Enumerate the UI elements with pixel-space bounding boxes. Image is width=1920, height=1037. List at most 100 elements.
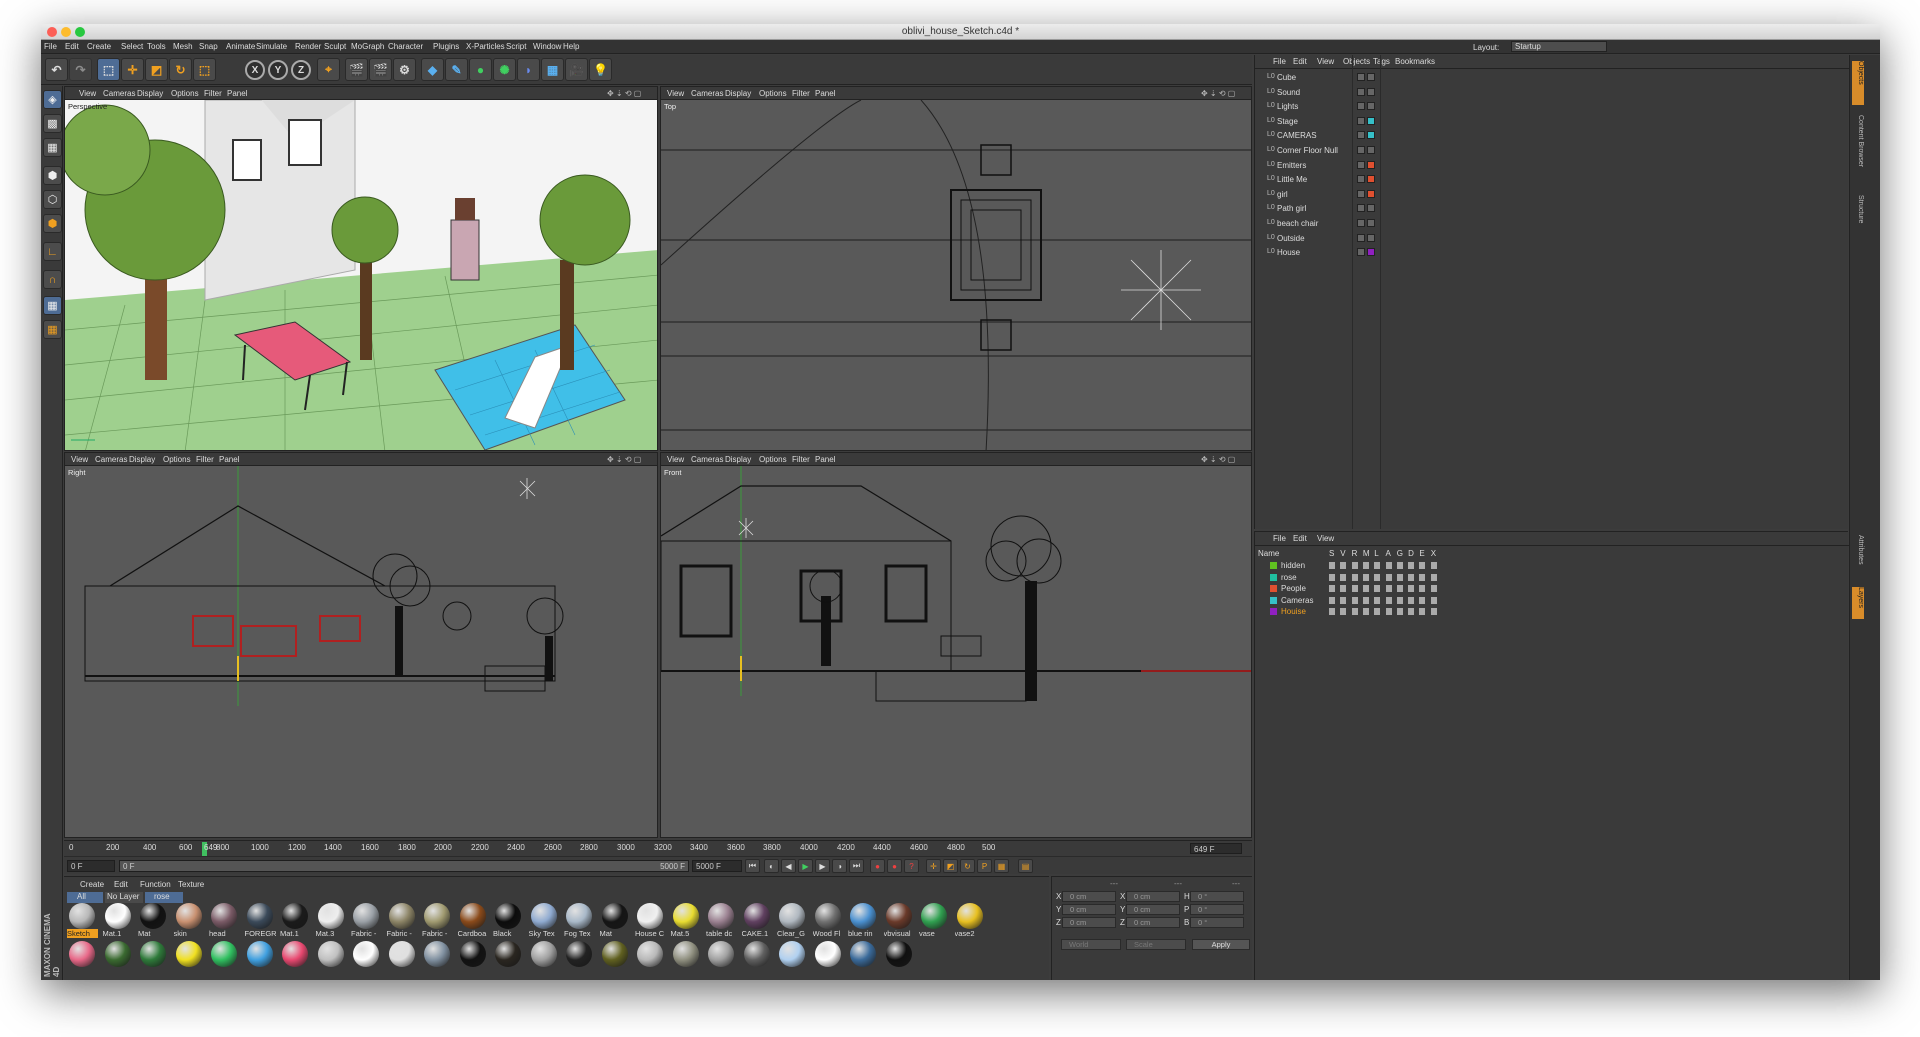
layout-select[interactable]: Startup (1511, 41, 1607, 52)
vp-menu-options[interactable]: Options (171, 89, 199, 98)
material-swatch[interactable]: Fabric - (351, 903, 382, 938)
vp-menu-cameras[interactable]: Cameras (103, 89, 135, 98)
layer-toggle[interactable] (1430, 573, 1437, 581)
coord-field[interactable]: 0 ° (1190, 891, 1244, 902)
layer-toggle[interactable] (1351, 585, 1358, 592)
menu-animate[interactable]: Animate (226, 42, 255, 51)
mat-menu-texture[interactable]: Texture (178, 880, 204, 889)
layer-toggle[interactable] (1351, 608, 1358, 615)
object-row[interactable]: L0 girl (1255, 188, 1849, 201)
material-swatch[interactable]: Fabric - (422, 903, 453, 938)
material-swatch[interactable]: blue rin (848, 903, 879, 938)
menu-file[interactable]: File (44, 42, 57, 51)
vp-menu-display[interactable]: Display (725, 89, 751, 98)
material-swatch[interactable]: Clear_G (777, 903, 808, 938)
menu-tools[interactable]: Tools (147, 42, 166, 51)
current-frame-field[interactable]: 649 F (1190, 843, 1242, 854)
material-swatch[interactable] (564, 941, 595, 975)
layer-toggle[interactable] (1351, 562, 1358, 569)
vp-menu-display[interactable]: Display (725, 455, 751, 464)
scheme-icon[interactable]: ▤ (1018, 859, 1033, 873)
vp-menu-panel[interactable]: Panel (815, 89, 835, 98)
material-swatch[interactable] (316, 941, 347, 975)
obj-menu-tags[interactable]: Tags (1373, 57, 1390, 66)
subdivision-icon[interactable]: ● (469, 58, 492, 81)
menu-script[interactable]: Script (506, 42, 526, 51)
menu-window[interactable]: Window (533, 42, 561, 51)
obj-menu-edit[interactable]: Edit (1293, 57, 1307, 66)
layer-color-chip[interactable] (1367, 175, 1375, 184)
menu-x-particles[interactable]: X-Particles (466, 42, 505, 51)
material-swatch[interactable]: skin (174, 903, 205, 938)
keyframe-selection-icon[interactable]: ? (904, 859, 919, 873)
coord-field[interactable]: 0 ° (1190, 917, 1244, 928)
texture-mode-icon[interactable]: ▩ (43, 114, 62, 133)
layer-color-chip[interactable] (1367, 189, 1375, 198)
tab-attributes[interactable]: Attributes (1852, 535, 1864, 581)
menu-mesh[interactable]: Mesh (173, 42, 193, 51)
visibility-toggle[interactable] (1357, 73, 1365, 81)
coord-field[interactable]: 0 cm (1126, 904, 1180, 915)
layer-color-chip[interactable] (1367, 102, 1375, 111)
object-row[interactable]: L0 CAMERAS (1255, 129, 1849, 142)
layer-toggle[interactable] (1396, 608, 1403, 615)
key-scale-icon[interactable]: ◩ (943, 859, 958, 873)
prev-key-icon[interactable]: ◐ (764, 859, 779, 873)
menu-create[interactable]: Create (87, 42, 111, 51)
layer-toggle[interactable] (1430, 562, 1437, 569)
camera-icon[interactable]: 🎥 (565, 58, 588, 81)
menu-snap[interactable]: Snap (199, 42, 218, 51)
mat-menu-create[interactable]: Create (80, 880, 104, 889)
viewport-front[interactable]: View Cameras Display Options Filter Pane… (660, 452, 1252, 838)
tab-objects[interactable]: Objects (1852, 61, 1864, 105)
material-swatch[interactable] (174, 941, 205, 975)
mat-menu-function[interactable]: Function (140, 880, 171, 889)
edges-mode-icon[interactable]: ⬡ (43, 190, 62, 209)
layer-color-chip[interactable] (1367, 116, 1375, 125)
material-swatch[interactable] (493, 941, 524, 975)
layer-toggle[interactable] (1351, 573, 1358, 581)
obj-menu-objects[interactable]: Objects (1343, 57, 1370, 66)
menu-render[interactable]: Render (295, 42, 321, 51)
layer-toggle[interactable] (1374, 562, 1381, 569)
material-swatch[interactable] (848, 941, 879, 975)
material-swatch[interactable]: Wood Fl (813, 903, 844, 938)
undo-button[interactable]: ↶ (45, 58, 68, 81)
viewport-nav-icons[interactable]: ✥ ⇣ ⟲ ▢ (1201, 89, 1235, 98)
material-swatch[interactable]: Sketch (67, 903, 98, 938)
layer-toggle[interactable] (1362, 562, 1369, 569)
layer-color-chip[interactable] (1367, 131, 1375, 140)
layer-toggle[interactable] (1419, 585, 1426, 592)
viewport-right[interactable]: View Cameras Display Options Filter Pane… (64, 452, 658, 838)
prev-frame-icon[interactable]: ◀ (781, 859, 796, 873)
coord-field[interactable]: 0 ° (1190, 904, 1244, 915)
workplane-lock-icon[interactable]: ▦ (43, 296, 62, 315)
viewport-nav-icons[interactable]: ✥ ⇣ ⟲ ▢ (607, 455, 641, 464)
end-frame-field[interactable]: 5000 F (692, 860, 742, 872)
layer-toggle[interactable] (1385, 596, 1392, 604)
object-row[interactable]: L0 Stage (1255, 115, 1849, 128)
object-row[interactable]: L0 Cube (1255, 71, 1849, 84)
object-row[interactable]: L0 Sound (1255, 86, 1849, 99)
menu-plugins[interactable]: Plugins (433, 42, 459, 51)
material-swatch[interactable]: Mat (138, 903, 169, 938)
key-position-icon[interactable]: ✛ (926, 859, 941, 873)
layer-toggle[interactable] (1396, 562, 1403, 569)
vp-menu-display[interactable]: Display (129, 455, 155, 464)
object-row[interactable]: L0 Lights (1255, 100, 1849, 113)
layer-color-chip[interactable] (1367, 160, 1375, 169)
object-row[interactable]: L0 House (1255, 246, 1849, 259)
layer-color-chip[interactable] (1367, 204, 1375, 213)
vp-menu-filter[interactable]: Filter (204, 89, 222, 98)
viewport-nav-icons[interactable]: ✥ ⇣ ⟲ ▢ (1201, 455, 1235, 464)
render-settings-icon[interactable]: ⚙ (393, 58, 416, 81)
zoom-window-button[interactable] (75, 27, 85, 37)
material-swatch[interactable]: CAKE.1 (742, 903, 773, 938)
vp-menu-cameras[interactable]: Cameras (691, 455, 723, 464)
layer-toggle[interactable] (1329, 608, 1335, 615)
layer-toggle[interactable] (1340, 596, 1347, 604)
cube-primitive-icon[interactable]: ◆ (421, 58, 444, 81)
render-view-icon[interactable]: 🎬 (345, 58, 368, 81)
mat-menu-edit[interactable]: Edit (114, 880, 128, 889)
layer-menu-edit[interactable]: Edit (1293, 534, 1307, 543)
